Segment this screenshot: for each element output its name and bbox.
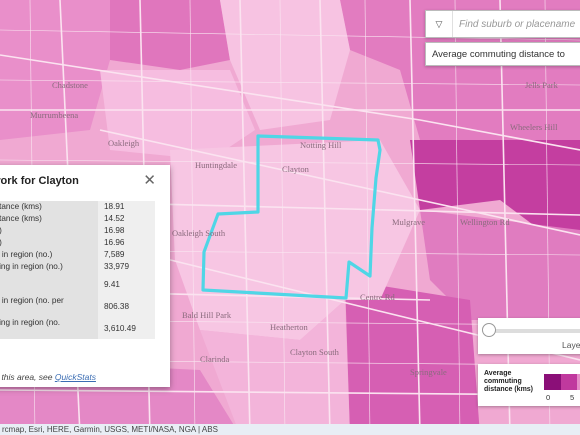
map-label-centre-rd: Centre Rd xyxy=(360,292,395,302)
row-value: 16.96 xyxy=(98,237,155,249)
row-label: cing in region (no. xyxy=(0,317,98,339)
table-row: 9.41 xyxy=(0,273,155,295)
row-label: s) xyxy=(0,225,98,237)
popup-footer: ut this area, see QuickStats xyxy=(0,372,96,382)
row-value: 14.52 xyxy=(98,213,155,225)
map-label-oakleigh: Oakleigh xyxy=(108,138,140,148)
row-label: stance (kms) xyxy=(0,213,98,225)
map-label-mulgrave: Mulgrave xyxy=(392,217,425,227)
map-label-wheelers-hill: Wheelers Hill xyxy=(510,122,558,132)
popup-title: work for Clayton xyxy=(0,175,79,187)
map-label-oakleigh-south: Oakleigh South xyxy=(172,228,226,238)
table-row: cing in region (no.) 33,979 xyxy=(0,261,155,273)
map-label-murrumbeena: Murrumbeena xyxy=(30,110,78,120)
chevron-down-icon[interactable]: ▽ xyxy=(426,11,453,37)
table-row: stance (kms)18.91 xyxy=(0,201,155,213)
region-dark-north xyxy=(110,0,230,70)
quickstats-link[interactable]: QuickStats xyxy=(55,372,96,382)
map-label-springvale: Springvale xyxy=(410,367,447,377)
table-row: g in region (no. per 806.38 xyxy=(0,295,155,317)
row-value: 7,589 xyxy=(98,249,155,261)
slider-thumb[interactable] xyxy=(482,323,496,337)
row-value: 9.41 xyxy=(98,273,155,295)
attribution-bar: rcmap, Esri, HERE, Garmin, USGS, METI/NA… xyxy=(0,424,580,435)
row-label: cing in region (no.) xyxy=(0,261,98,273)
legend-tick-1: 5 xyxy=(570,393,575,402)
row-value: 18.91 xyxy=(98,201,155,213)
row-label: g in region (no. per xyxy=(0,295,98,317)
legend: Average commuting distance (kms) 0 5 xyxy=(478,364,580,406)
layer-slider-panel: Laye xyxy=(478,318,580,354)
popup-footer-text: ut this area, see xyxy=(0,372,53,382)
slider-label: Laye xyxy=(562,340,580,350)
legend-tick-0: 0 xyxy=(546,393,551,402)
map-label-jells-park: Jells Park xyxy=(525,80,559,90)
legend-swatch xyxy=(560,374,578,390)
map-label-clarinda: Clarinda xyxy=(200,354,229,364)
map-label-clayton-south: Clayton South xyxy=(290,347,340,357)
search-box[interactable]: ▽ Find suburb or placename xyxy=(425,10,580,38)
table-row: s)16.96 xyxy=(0,237,155,249)
table-row: g in region (no.) 7,589 xyxy=(0,249,155,261)
table-row: cing in region (no. 3,610.49 xyxy=(0,317,155,339)
legend-title: Average commuting distance (kms) xyxy=(484,370,534,393)
table-row: stance (kms)14.52 xyxy=(0,213,155,225)
map-label-heatherton: Heatherton xyxy=(270,322,309,332)
row-label: g in region (no.) xyxy=(0,249,98,261)
map-label-clayton: Clayton xyxy=(282,164,310,174)
row-value: 33,979 xyxy=(98,261,155,273)
legend-color-ramp xyxy=(544,374,580,390)
row-label xyxy=(0,273,98,295)
popup-table: stance (kms)18.91stance (kms)14.52s)16.9… xyxy=(0,201,155,339)
row-value: 3,610.49 xyxy=(98,317,155,339)
row-label: s) xyxy=(0,237,98,249)
row-value: 16.98 xyxy=(98,225,155,237)
row-value: 806.38 xyxy=(98,295,155,317)
layer-select[interactable]: Average commuting distance to xyxy=(425,42,580,66)
slider-track[interactable] xyxy=(492,329,580,333)
map-label-huntingdale: Huntingdale xyxy=(195,160,237,170)
map-label-bald-hill-park: Bald Hill Park xyxy=(182,310,232,320)
close-icon[interactable]: ✕ xyxy=(143,171,156,189)
map-label-notting-hill: Notting Hill xyxy=(300,140,342,150)
legend-swatch xyxy=(544,374,561,390)
map-label-wellington-rd: Wellington Rd xyxy=(460,217,510,227)
search-input[interactable]: Find suburb or placename xyxy=(453,19,580,30)
table-row: s)16.98 xyxy=(0,225,155,237)
row-label: stance (kms) xyxy=(0,201,98,213)
map-label-chadstone: Chadstone xyxy=(52,80,88,90)
info-popup: work for Clayton ✕ stance (kms)18.91stan… xyxy=(0,165,170,387)
